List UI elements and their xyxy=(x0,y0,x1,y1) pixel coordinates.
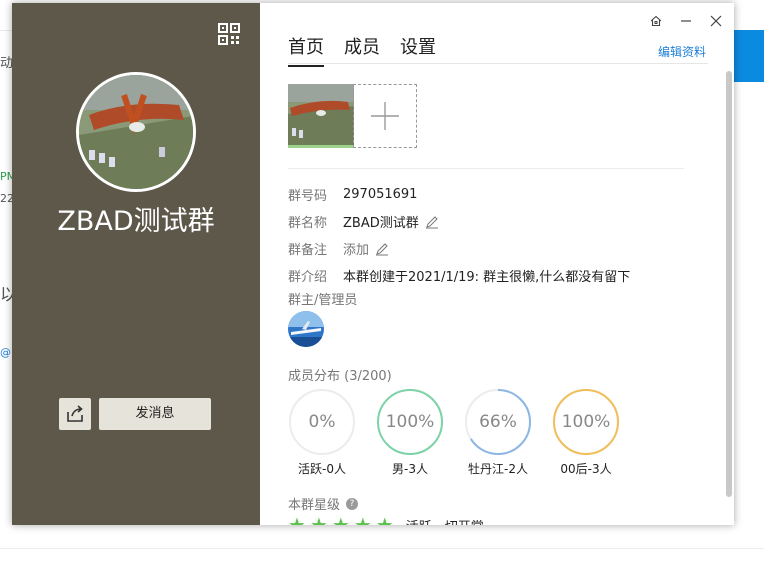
edit-pencil-icon[interactable] xyxy=(375,242,389,256)
scrollbar[interactable] xyxy=(724,67,734,503)
distribution-label: 00后-3人 xyxy=(560,462,612,476)
send-message-button[interactable]: 发消息 xyxy=(99,398,211,430)
group-name-title: ZBAD测试群 xyxy=(57,206,215,237)
group-photos xyxy=(288,84,417,148)
tab-home[interactable]: 首页 xyxy=(288,33,324,67)
profile-tabs: 首页 成员 设置 xyxy=(288,33,436,67)
section-divider xyxy=(288,168,684,169)
star-level-title: 本群星级 ? xyxy=(288,494,359,513)
distribution-percent: 66% xyxy=(479,412,517,432)
qr-code-icon[interactable] xyxy=(218,23,240,45)
group-profile-dialog: ZBAD测试群 发消息 首页 成员 设置 编辑资料 群号码 297051691 … xyxy=(12,3,734,525)
distribution-item[interactable]: 100% 00后-3人 xyxy=(552,388,620,477)
admin-section-title: 群主/管理员 xyxy=(288,293,358,308)
background-divider-bottom xyxy=(0,548,764,549)
distribution-label: 活跃-0人 xyxy=(298,462,346,476)
star-icon: ★ xyxy=(309,513,328,525)
add-remark-text[interactable]: 添加 xyxy=(343,239,369,258)
info-label: 群备注 xyxy=(288,243,328,258)
distribution-item[interactable]: 0% 活跃-0人 xyxy=(288,388,356,477)
distribution-item[interactable]: 100% 男-3人 xyxy=(376,388,444,477)
home-icon[interactable] xyxy=(648,13,664,29)
distribution-label: 男-3人 xyxy=(392,462,428,476)
distribution-percent: 100% xyxy=(385,412,435,432)
tab-settings[interactable]: 设置 xyxy=(400,33,436,67)
star-level-text: 活跃，切开掌 xyxy=(406,516,484,526)
add-photo-button[interactable] xyxy=(353,84,417,148)
info-label: 群介绍 xyxy=(288,270,328,285)
info-label: 群名称 xyxy=(288,216,328,231)
group-photo-thumbnail[interactable] xyxy=(288,84,354,148)
group-name-text: ZBAD测试群 xyxy=(343,216,419,231)
member-distribution: 0% 活跃-0人 100% 男-3人 66% 牡丹江-2人 100% 00后-3… xyxy=(288,388,620,477)
distribution-percent: 0% xyxy=(308,412,336,432)
star-rating: ★ ★ ★ ★ ★ 活跃，切开掌 xyxy=(288,515,484,525)
background-accent-bar xyxy=(734,30,764,82)
group-number-value: 297051691 xyxy=(343,187,418,202)
info-row-group-name: 群名称 ZBAD测试群 xyxy=(288,208,630,235)
info-row-group-remark: 群备注 添加 xyxy=(288,235,630,262)
distribution-item[interactable]: 66% 牡丹江-2人 xyxy=(464,388,532,477)
info-row-group-number: 群号码 297051691 xyxy=(288,181,630,208)
group-name-value: ZBAD测试群 xyxy=(343,212,439,231)
group-info: 群号码 297051691 群名称 ZBAD测试群 群备注 添加 群介绍 本群创 xyxy=(288,181,630,289)
distribution-percent: 100% xyxy=(561,412,611,432)
admin-avatar[interactable] xyxy=(288,311,324,347)
share-icon xyxy=(67,405,83,422)
group-intro-value: 本群创建于2021/1/19: 群主很懒,什么都没有留下 xyxy=(343,270,631,285)
star-icon: ★ xyxy=(375,513,394,525)
profile-content: 首页 成员 设置 编辑资料 群号码 297051691 群名称 ZBAD测试群 … xyxy=(260,3,734,525)
tab-members[interactable]: 成员 xyxy=(344,33,380,67)
star-icon: ★ xyxy=(288,513,306,525)
scrollbar-thumb[interactable] xyxy=(726,71,732,497)
distribution-label: 牡丹江-2人 xyxy=(468,462,528,476)
edit-profile-link[interactable]: 编辑资料 xyxy=(658,43,706,60)
edit-pencil-icon[interactable] xyxy=(425,215,439,229)
profile-sidebar: ZBAD测试群 发消息 xyxy=(12,3,260,525)
tabs-divider xyxy=(288,63,708,64)
info-label: 群号码 xyxy=(288,189,328,204)
share-button[interactable] xyxy=(59,398,91,430)
star-level-label: 本群星级 xyxy=(288,498,341,513)
star-icon: ★ xyxy=(353,513,372,525)
background-text: @ xyxy=(0,346,11,359)
window-controls xyxy=(648,13,724,29)
minimize-icon[interactable] xyxy=(678,13,694,29)
info-row-group-intro: 群介绍 本群创建于2021/1/19: 群主很懒,什么都没有留下 xyxy=(288,262,630,289)
group-remark-value[interactable]: 添加 xyxy=(343,239,389,258)
close-icon[interactable] xyxy=(708,13,724,29)
help-icon[interactable]: ? xyxy=(346,497,359,510)
star-icon: ★ xyxy=(331,513,350,525)
group-avatar[interactable] xyxy=(76,72,196,192)
plus-icon xyxy=(371,102,399,130)
distribution-title: 成员分布 (3/200) xyxy=(288,369,392,384)
